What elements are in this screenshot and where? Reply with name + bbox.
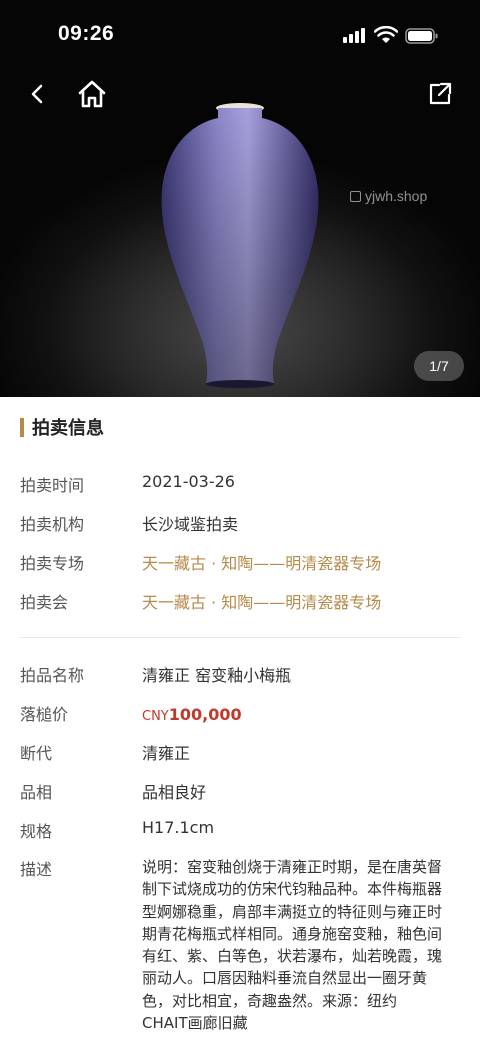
info-label: 拍卖机构 [20, 515, 85, 534]
lot-row-description: 描述 说明：窑变釉创烧于清雍正时期，是在唐英督制下试烧成功的仿宋代钧釉品种。本件… [20, 856, 460, 1034]
info-row-org: 拍卖机构 长沙域鉴拍卖 [20, 511, 460, 535]
lot-row-name: 拍品名称 清雍正 窑变釉小梅瓶 [20, 662, 460, 686]
status-bar: 09:26 [0, 0, 480, 70]
info-row-time: 拍卖时间 2021-03-26 [20, 472, 460, 496]
wifi-icon [374, 26, 398, 43]
section-header: 拍卖信息 [20, 416, 104, 439]
info-label: 落槌价 [20, 705, 69, 724]
info-label: 品相 [20, 783, 53, 802]
divider [20, 637, 460, 638]
image-pager: 1/7 [414, 351, 464, 381]
info-row-session: 拍卖专场 天一藏古 · 知陶——明清瓷器专场 [20, 550, 460, 574]
watermark-logo-icon [350, 190, 361, 202]
watermark: yjwh.shop [350, 188, 427, 204]
price-amount: 100,000 [168, 705, 242, 724]
image-gallery[interactable]: 09:26 yjwh.shop 1/7 [0, 0, 480, 397]
section-accent-bar [20, 417, 24, 437]
home-button[interactable] [72, 74, 112, 114]
status-time: 09:26 [58, 22, 115, 45]
share-icon [429, 82, 452, 105]
battery-icon [405, 28, 438, 44]
signal-icon [343, 28, 365, 43]
info-value: 2021-03-26 [142, 472, 235, 491]
info-value: 清雍正 窑变釉小梅瓶 [142, 666, 292, 685]
price-value: CNY100,000 [142, 705, 242, 724]
back-icon [31, 84, 43, 104]
info-label: 拍卖专场 [20, 554, 85, 573]
description-text: 说明：窑变釉创烧于清雍正时期，是在唐英督制下试烧成功的仿宋代钧釉品种。本件梅瓶器… [142, 858, 443, 1033]
info-value: 清雍正 [142, 744, 191, 763]
lot-row-price: 落槌价 CNY100,000 [20, 701, 460, 725]
watermark-text: yjwh.shop [365, 188, 428, 204]
info-label: 描述 [20, 860, 53, 879]
sale-link[interactable]: 天一藏古 · 知陶——明清瓷器专场 [142, 589, 381, 613]
back-button[interactable] [18, 74, 58, 114]
section-title: 拍卖信息 [32, 418, 104, 439]
info-value: 品相良好 [142, 783, 207, 802]
session-link[interactable]: 天一藏古 · 知陶——明清瓷器专场 [142, 550, 381, 574]
lot-row-size: 规格 H17.1cm [20, 818, 460, 842]
info-value: H17.1cm [142, 818, 215, 837]
info-label: 拍卖时间 [20, 476, 85, 495]
share-button[interactable] [420, 74, 460, 114]
vase-image [161, 103, 319, 388]
price-currency: CNY [142, 709, 169, 724]
info-label: 拍卖会 [20, 593, 69, 612]
info-value: 长沙域鉴拍卖 [142, 515, 239, 534]
info-row-sale: 拍卖会 天一藏古 · 知陶——明清瓷器专场 [20, 589, 460, 613]
info-label: 断代 [20, 744, 53, 763]
lot-row-condition: 品相 品相良好 [20, 779, 460, 803]
info-label: 拍品名称 [20, 666, 85, 685]
info-label: 规格 [20, 822, 53, 841]
lot-row-era: 断代 清雍正 [20, 740, 460, 764]
home-icon [78, 80, 106, 108]
